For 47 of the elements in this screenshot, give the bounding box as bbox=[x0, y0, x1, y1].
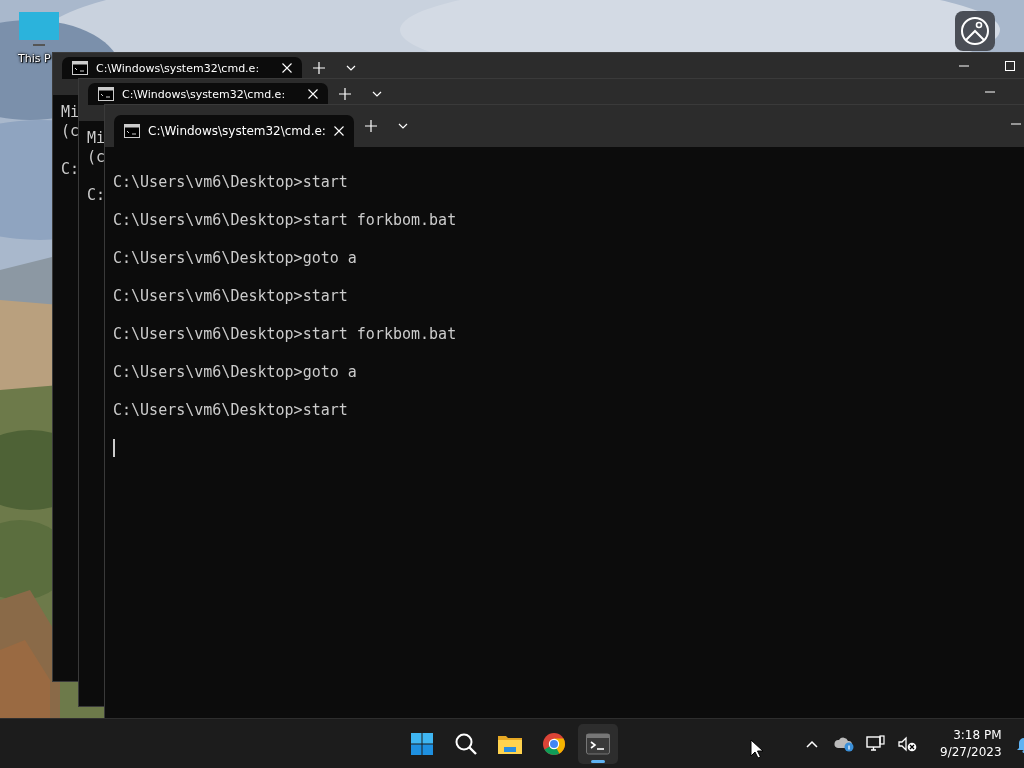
picture-info-button[interactable] bbox=[955, 11, 995, 51]
maximize-icon bbox=[1005, 61, 1015, 71]
close-icon bbox=[334, 126, 344, 136]
terminal-line: C:\Users\vm6\Desktop>start bbox=[113, 173, 348, 192]
console-icon bbox=[98, 87, 114, 101]
terminal-line: C:\Users\vm6\Desktop>goto a bbox=[113, 249, 357, 268]
clock-time: 3:18 PM bbox=[953, 727, 1002, 744]
terminal-tab[interactable]: C:\Windows\system32\cmd.e: bbox=[88, 83, 328, 105]
chevron-up-icon bbox=[806, 740, 818, 748]
chevron-down-icon bbox=[398, 123, 408, 129]
close-icon bbox=[308, 89, 318, 99]
monitor-icon bbox=[17, 12, 61, 48]
browser-icon bbox=[542, 732, 566, 756]
chevron-down-icon bbox=[372, 91, 382, 97]
landscape-icon bbox=[961, 17, 989, 45]
clock-date: 9/27/2023 bbox=[940, 744, 1002, 761]
terminal-tab[interactable]: C:\Windows\system32\cmd.e: bbox=[62, 57, 302, 79]
terminal-icon bbox=[586, 733, 610, 755]
mouse-pointer-icon bbox=[750, 739, 764, 759]
cloud-info-icon bbox=[834, 736, 854, 752]
volume-muted-icon bbox=[898, 736, 918, 752]
terminal-line: C:\Users\vm6\Desktop>start forkbom.bat bbox=[113, 325, 457, 344]
minimize-icon bbox=[1011, 123, 1021, 125]
taskbar-app-button[interactable] bbox=[578, 724, 618, 764]
plus-icon bbox=[339, 88, 351, 100]
terminal-line: Mi bbox=[87, 129, 106, 148]
terminal-line: C: bbox=[61, 160, 80, 179]
terminal-line: C:\Users\vm6\Desktop>start bbox=[113, 287, 348, 306]
terminal-tab[interactable]: C:\Windows\system32\cmd.e: bbox=[114, 115, 354, 147]
close-icon bbox=[282, 63, 292, 73]
plus-icon bbox=[313, 62, 325, 74]
terminal-line: (c bbox=[87, 148, 106, 167]
terminal-line: C:\Users\vm6\Desktop>goto a bbox=[113, 363, 357, 382]
minimize-icon bbox=[985, 91, 995, 93]
terminal-line: C: bbox=[87, 186, 106, 205]
network-icon bbox=[866, 735, 886, 753]
minimize-icon bbox=[959, 65, 969, 67]
terminal-line: (c bbox=[61, 122, 80, 141]
terminal-line: Mi bbox=[61, 103, 80, 122]
search-icon bbox=[454, 732, 478, 756]
windows-logo-icon bbox=[410, 732, 434, 756]
terminal-line: C:\Users\vm6\Desktop>start forkbom.bat bbox=[113, 211, 457, 230]
console-icon bbox=[72, 61, 88, 75]
chevron-down-icon bbox=[346, 65, 356, 71]
terminal-line: C:\Users\vm6\Desktop>start bbox=[113, 401, 348, 420]
console-icon bbox=[124, 124, 140, 138]
plus-icon bbox=[365, 120, 377, 132]
